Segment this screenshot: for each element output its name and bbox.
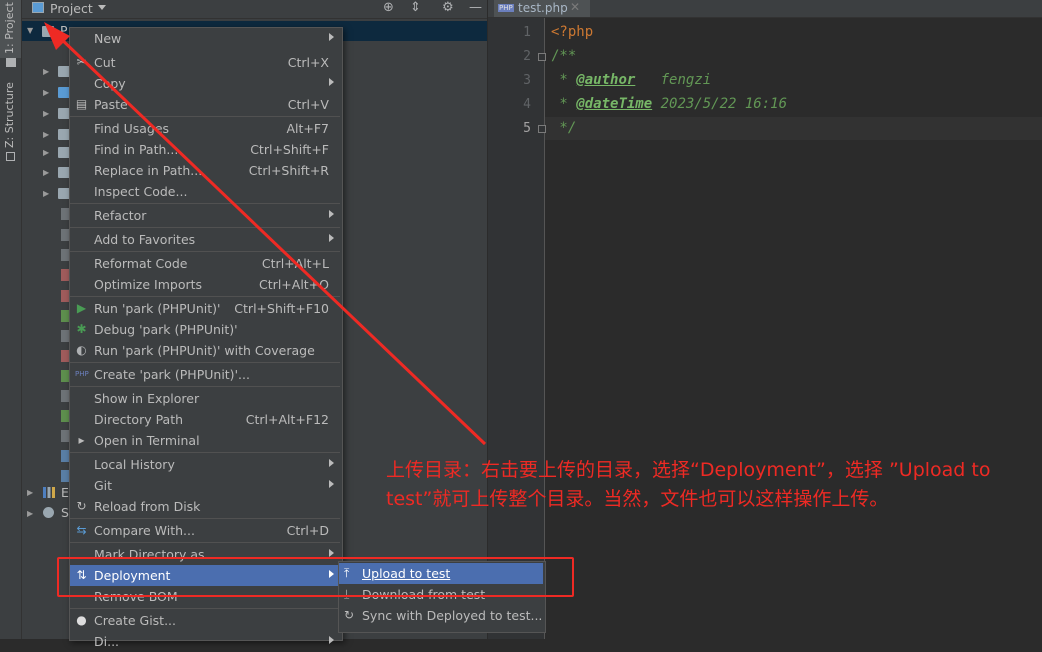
annotation-highlight-box <box>57 557 574 597</box>
annotation-text: 上传目录：右击要上传的目录，选择“Deployment”，选择 ”Upload … <box>386 459 991 510</box>
annotation-arrow <box>44 22 487 446</box>
